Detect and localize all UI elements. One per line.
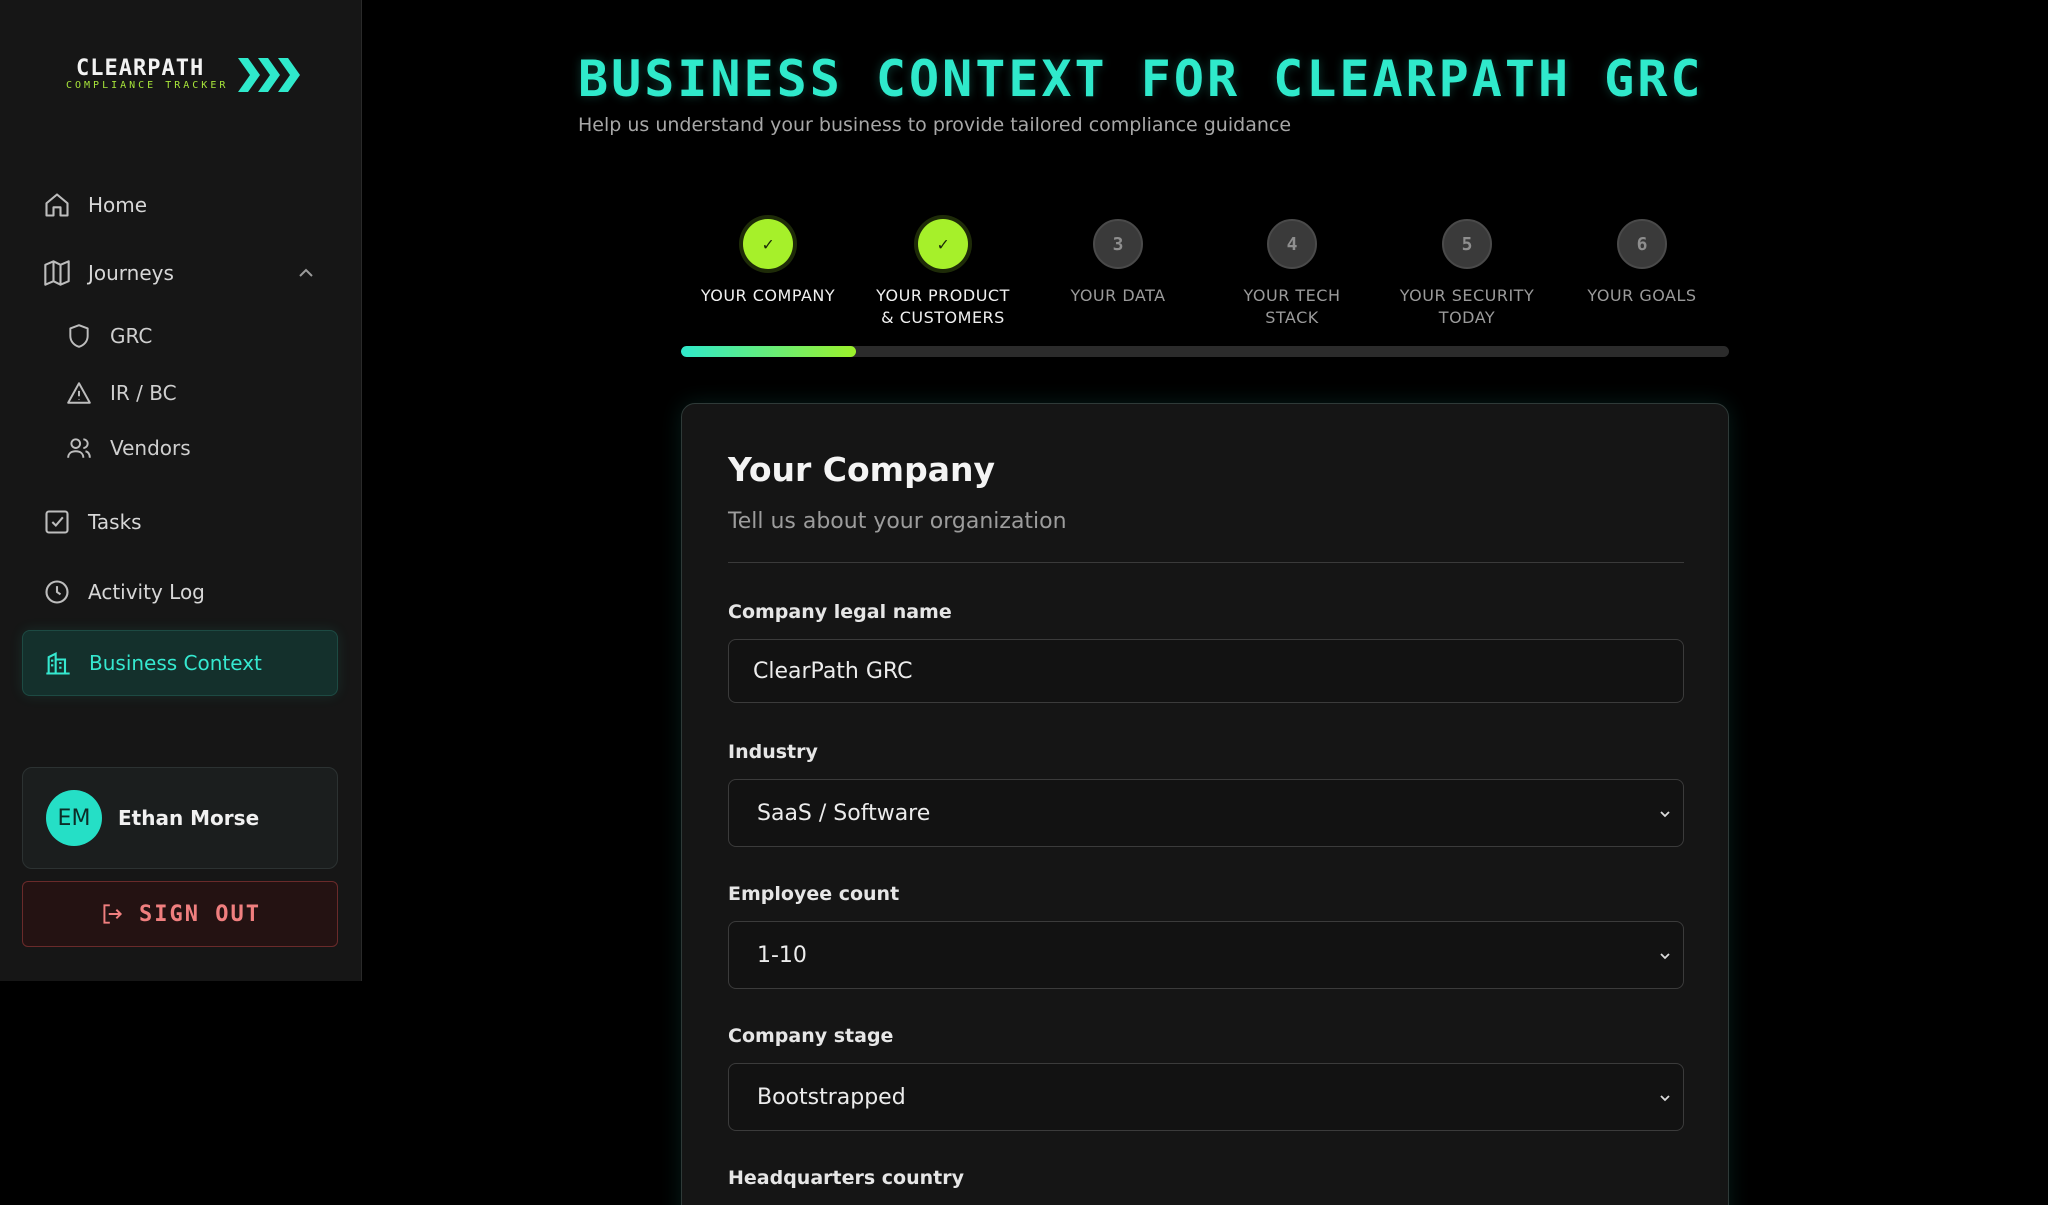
progress-fill bbox=[681, 346, 856, 357]
input-value: ClearPath GRC bbox=[753, 658, 913, 684]
page-title: BUSINESS CONTEXT FOR CLEARPATH GRC bbox=[578, 50, 1704, 108]
company-stage-select[interactable]: Bootstrapped bbox=[728, 1063, 1684, 1131]
step-label: YOUR TECH STACK bbox=[1243, 286, 1341, 327]
chevron-down-icon bbox=[1660, 811, 1670, 818]
sidebar-item-home[interactable]: Home bbox=[22, 178, 338, 232]
company-legal-name-label: Company legal name bbox=[728, 601, 952, 623]
sidebar-item-label: Journeys bbox=[88, 261, 174, 285]
sidebar-item-label: Home bbox=[88, 193, 148, 217]
industry-label: Industry bbox=[728, 741, 818, 763]
step-your-tech-stack[interactable]: 4 YOUR TECH STACK bbox=[1207, 219, 1377, 329]
step-label: YOUR COMPANY bbox=[700, 286, 836, 305]
step-number: 6 bbox=[1617, 219, 1667, 269]
form-card: Your Company Tell us about your organiza… bbox=[681, 403, 1729, 1205]
chevron-down-icon bbox=[1660, 953, 1670, 960]
step-your-goals[interactable]: 6 YOUR GOALS bbox=[1557, 219, 1727, 307]
sidebar-item-label: Business Context bbox=[89, 651, 262, 675]
sidebar-item-vendors[interactable]: Vendors bbox=[22, 421, 338, 475]
map-icon bbox=[42, 258, 72, 288]
form-title: Your Company bbox=[728, 450, 995, 489]
checkbox-icon bbox=[42, 507, 72, 537]
logout-icon bbox=[103, 904, 123, 924]
check-icon: ✓ bbox=[918, 219, 968, 269]
step-your-security-today[interactable]: 5 YOUR SECURITY TODAY bbox=[1382, 219, 1552, 329]
sidebar-item-label: Activity Log bbox=[88, 580, 205, 604]
chevron-arrows-icon bbox=[238, 58, 300, 92]
company-legal-name-input[interactable]: ClearPath GRC bbox=[728, 639, 1684, 703]
step-label: YOUR SECURITY TODAY bbox=[1399, 286, 1535, 327]
step-your-company[interactable]: ✓ YOUR COMPANY bbox=[683, 219, 853, 307]
sidebar-item-grc[interactable]: GRC bbox=[22, 309, 338, 363]
step-number: 5 bbox=[1442, 219, 1492, 269]
sidebar-item-ir-bc[interactable]: IR / BC bbox=[22, 366, 338, 420]
select-value: 1-10 bbox=[757, 942, 807, 968]
home-icon bbox=[42, 190, 72, 220]
sidebar-item-label: Vendors bbox=[110, 436, 191, 460]
sidebar-item-label: GRC bbox=[110, 324, 153, 348]
sidebar-item-journeys[interactable]: Journeys bbox=[22, 246, 338, 300]
employee-count-label: Employee count bbox=[728, 883, 900, 905]
logo-subtitle: COMPLIANCE TRACKER bbox=[66, 80, 229, 91]
building-icon bbox=[43, 648, 73, 678]
logo-title: CLEARPATH bbox=[76, 56, 205, 81]
step-label: YOUR GOALS bbox=[1587, 286, 1697, 305]
sidebar-item-label: IR / BC bbox=[110, 381, 177, 405]
alert-triangle-icon bbox=[64, 378, 94, 408]
sidebar-item-business-context[interactable]: Business Context bbox=[22, 630, 338, 696]
step-your-data[interactable]: 3 YOUR DATA bbox=[1033, 219, 1203, 307]
sidebar-item-label: Tasks bbox=[88, 510, 142, 534]
page-subtitle: Help us understand your business to prov… bbox=[578, 114, 1292, 136]
select-value: SaaS / Software bbox=[757, 800, 931, 826]
sidebar-item-tasks[interactable]: Tasks bbox=[22, 495, 338, 549]
user-name: Ethan Morse bbox=[118, 806, 260, 830]
chevron-down-icon bbox=[1660, 1095, 1670, 1102]
app-logo[interactable]: CLEARPATH COMPLIANCE TRACKER bbox=[64, 56, 304, 96]
sidebar-item-activity-log[interactable]: Activity Log bbox=[22, 565, 338, 619]
employee-count-select[interactable]: 1-10 bbox=[728, 921, 1684, 989]
users-icon bbox=[64, 433, 94, 463]
company-stage-label: Company stage bbox=[728, 1025, 894, 1047]
clock-icon bbox=[42, 577, 72, 607]
divider bbox=[728, 562, 1684, 563]
step-number: 3 bbox=[1093, 219, 1143, 269]
user-card[interactable]: EM Ethan Morse bbox=[22, 767, 338, 869]
chevron-up-icon[interactable] bbox=[296, 263, 316, 283]
industry-select[interactable]: SaaS / Software bbox=[728, 779, 1684, 847]
form-subtitle: Tell us about your organization bbox=[728, 509, 1067, 534]
sign-out-button[interactable]: SIGN OUT bbox=[22, 881, 338, 947]
sign-out-label: SIGN OUT bbox=[139, 901, 261, 927]
shield-icon bbox=[64, 321, 94, 351]
step-your-product-customers[interactable]: ✓ YOUR PRODUCT & CUSTOMERS bbox=[858, 219, 1028, 329]
headquarters-country-label: Headquarters country bbox=[728, 1167, 964, 1189]
avatar: EM bbox=[46, 790, 102, 846]
sidebar: CLEARPATH COMPLIANCE TRACKER Home Journe… bbox=[0, 0, 362, 981]
select-value: Bootstrapped bbox=[757, 1084, 906, 1110]
step-number: 4 bbox=[1267, 219, 1317, 269]
step-label: YOUR PRODUCT & CUSTOMERS bbox=[876, 286, 1010, 327]
check-icon: ✓ bbox=[743, 219, 793, 269]
progress-bar bbox=[681, 346, 1729, 357]
step-label: YOUR DATA bbox=[1070, 286, 1166, 305]
